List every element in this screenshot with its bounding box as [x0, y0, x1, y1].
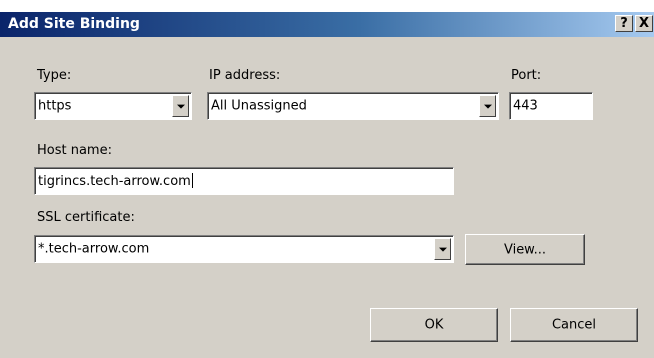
port-label: Port:	[511, 68, 542, 83]
add-site-binding-dialog: Add Site Binding ? X Type: https IP addr…	[0, 12, 654, 358]
type-label: Type:	[37, 68, 72, 83]
ip-address-dropdown-button[interactable]	[479, 95, 496, 117]
title-bar[interactable]: Add Site Binding ? X	[0, 12, 654, 37]
host-name-text: tigrincs.tech-arrow.com	[38, 173, 193, 189]
cancel-button[interactable]: Cancel	[510, 308, 638, 342]
ok-button-label: OK	[424, 317, 444, 333]
ip-address-select[interactable]: All Unassigned	[207, 92, 499, 120]
view-button[interactable]: View...	[465, 234, 585, 265]
ssl-certificate-select[interactable]: *.tech-arrow.com	[34, 235, 454, 263]
help-button[interactable]: ?	[615, 15, 633, 32]
chevron-down-icon	[176, 104, 185, 109]
type-value: https	[38, 98, 72, 114]
ssl-certificate-label: SSL certificate:	[37, 210, 135, 225]
ip-address-label: IP address:	[209, 68, 281, 83]
dialog-title: Add Site Binding	[8, 16, 140, 32]
view-button-label: View...	[503, 242, 547, 257]
host-name-value: tigrincs.tech-arrow.com	[38, 174, 191, 189]
ssl-certificate-value: *.tech-arrow.com	[38, 241, 150, 257]
port-value: 443	[513, 98, 538, 114]
ssl-certificate-dropdown-button[interactable]	[434, 238, 451, 260]
ip-address-value: All Unassigned	[211, 98, 307, 114]
port-input[interactable]: 443	[509, 92, 593, 120]
close-button[interactable]: X	[635, 15, 653, 32]
text-caret	[191, 173, 193, 188]
type-select[interactable]: https	[34, 92, 192, 120]
cancel-button-label: Cancel	[551, 317, 597, 333]
ok-button[interactable]: OK	[370, 308, 498, 342]
chevron-down-icon	[483, 104, 492, 109]
chevron-down-icon	[438, 247, 447, 252]
type-dropdown-button[interactable]	[172, 95, 189, 117]
host-name-input[interactable]: tigrincs.tech-arrow.com	[34, 167, 454, 195]
host-name-label: Host name:	[37, 143, 112, 158]
